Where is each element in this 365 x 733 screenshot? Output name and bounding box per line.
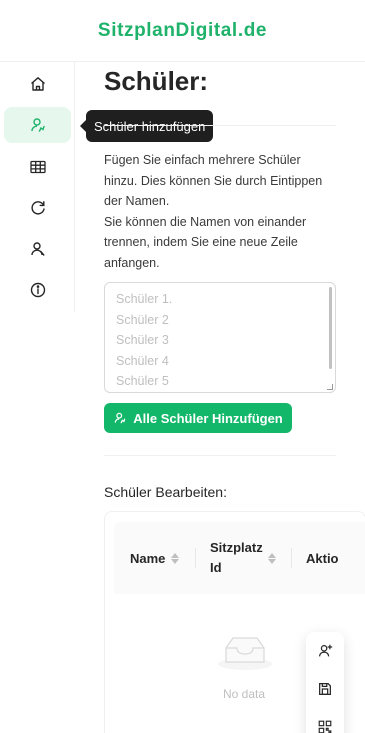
textarea-placeholder: Schüler 1. Schüler 2 Schüler 3 Schüler 4…: [116, 289, 172, 392]
save-icon: [319, 683, 331, 695]
placeholder-line: Schüler 4: [116, 353, 169, 368]
user-add-icon: [30, 118, 45, 132]
column-separator: [195, 548, 196, 568]
instructions-paragraph-2: Sie können die Namen von einander trenne…: [104, 214, 307, 270]
top-bar: SitzplanDigital.de: [0, 0, 365, 62]
placeholder-line: Schüler 1.: [116, 292, 173, 306]
sort-icon: [268, 552, 276, 564]
placeholder-line: Schüler 3: [116, 333, 169, 348]
sidebar-item-users[interactable]: [4, 231, 71, 267]
sidebar-tooltip: Schüler hinzufügen: [79, 110, 214, 142]
user-plus-icon: [319, 644, 333, 657]
sidebar-item-info[interactable]: [4, 272, 71, 308]
empty-inbox-icon: [218, 637, 272, 670]
column-header-label: Name: [130, 550, 166, 566]
sidebar-item-table[interactable]: [4, 149, 71, 185]
table-header: Name Sitzplatz Id Aktio: [114, 522, 365, 594]
add-all-students-label: Alle Schüler Hinzufügen: [133, 410, 283, 426]
sidebar-item-home[interactable]: [4, 66, 71, 102]
divider: [104, 125, 336, 126]
column-header-actions: Aktio: [306, 522, 339, 594]
column-header-name[interactable]: Name: [130, 522, 180, 594]
column-header-label: Sitzplatz Id: [210, 540, 263, 575]
sidebar-item-refresh[interactable]: [4, 190, 71, 226]
floating-action-group: [306, 632, 344, 733]
placeholder-line: Schüler 5: [116, 374, 169, 389]
textarea-scrollbar[interactable]: [329, 287, 332, 369]
save-float-button[interactable]: [306, 670, 344, 708]
column-separator: [291, 548, 292, 568]
page-title: Schüler:: [104, 66, 209, 96]
sidebar: [0, 62, 75, 312]
users-icon: [30, 242, 44, 256]
student-names-textarea[interactable]: Schüler 1. Schüler 2 Schüler 3 Schüler 4…: [104, 282, 336, 393]
add-user-float-button[interactable]: [306, 632, 344, 670]
sidebar-item-add-students[interactable]: [4, 107, 71, 143]
table-icon: [29, 160, 46, 174]
divider: [104, 455, 336, 456]
qr-code-float-button[interactable]: [306, 708, 344, 733]
home-icon: [30, 77, 45, 91]
instructions-paragraph-1: Fügen Sie einfach mehrere Schüler hinzu.…: [104, 153, 323, 209]
user-add-icon: [114, 412, 126, 424]
brand-logo[interactable]: SitzplanDigital.de: [98, 20, 267, 42]
sort-icon: [171, 552, 180, 564]
qr-code-icon: [318, 720, 332, 733]
placeholder-line: Schüler 2: [116, 312, 169, 327]
edit-students-heading: Schüler Bearbeiten:: [104, 484, 227, 500]
info-icon: [30, 282, 45, 298]
add-all-students-button[interactable]: Alle Schüler Hinzufügen: [104, 403, 292, 433]
textarea-resize-handle[interactable]: [327, 384, 333, 390]
instructions-text: Fügen Sie einfach mehrere Schüler hinzu.…: [104, 150, 336, 274]
column-header-label: Aktio: [306, 550, 339, 566]
refresh-icon: [30, 201, 45, 215]
column-header-seat-id[interactable]: Sitzplatz Id: [210, 522, 278, 594]
